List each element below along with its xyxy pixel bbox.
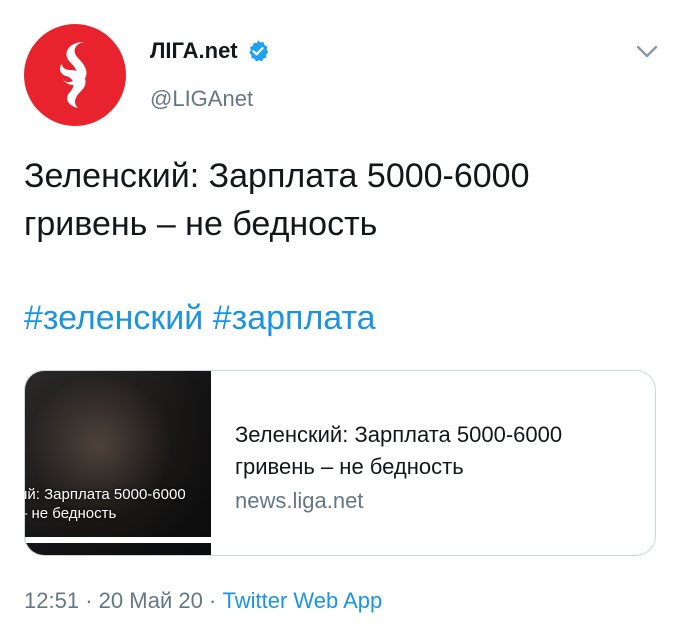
liga-logo-icon	[59, 42, 87, 108]
thumbnail-caption-line: – не бедность	[25, 505, 117, 522]
card-body: Зеленский: Зарплата 5000-6000 гривень – …	[235, 419, 635, 517]
hashtag-link[interactable]: #зеленский	[24, 299, 203, 337]
thumbnail-caption: ий: Зарплата 5000-6000 – не бедность	[25, 485, 186, 523]
tweet-meta: 12:51 · 20 Май 20 · Twitter Web App	[24, 588, 382, 614]
author-name-row: ЛІГА.net	[150, 38, 270, 64]
verified-badge-icon	[248, 40, 269, 62]
chevron-down-icon[interactable]	[632, 38, 662, 64]
thumbnail-caption-line: ий: Зарплата 5000-6000	[25, 486, 186, 503]
card-domain: news.liga.net	[235, 488, 364, 513]
tweet-time[interactable]: 12:51	[24, 588, 79, 613]
card-thumbnail: ий: Зарплата 5000-6000 – не бедность	[25, 371, 211, 555]
meta-separator: ·	[85, 588, 93, 613]
author-name[interactable]: ЛІГА.net	[150, 38, 238, 64]
tweet-text: Зеленский: Зарплата 5000-6000 гривень – …	[24, 157, 530, 243]
avatar[interactable]	[24, 24, 126, 126]
hashtag-list: #зеленский #зарплата	[24, 294, 376, 342]
author-handle[interactable]: @LIGAnet	[150, 86, 253, 112]
hashtag-link[interactable]: #зарплата	[213, 299, 376, 337]
tweet-date[interactable]: 20 Май 20	[99, 588, 203, 613]
link-preview-card[interactable]: ий: Зарплата 5000-6000 – не бедность Зел…	[24, 370, 656, 556]
thumbnail-bar	[25, 537, 211, 543]
card-title: Зеленский: Зарплата 5000-6000 гривень – …	[235, 422, 563, 479]
meta-separator: ·	[209, 588, 217, 613]
tweet-source-link[interactable]: Twitter Web App	[222, 588, 382, 613]
